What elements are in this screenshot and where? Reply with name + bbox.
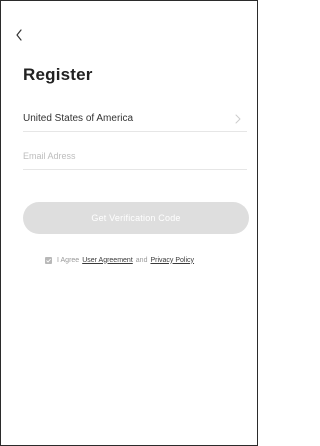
agree-prefix-text: I Agree bbox=[57, 256, 80, 264]
phone-screen: Register United States of America Get Ve… bbox=[0, 0, 258, 446]
get-verification-code-button[interactable]: Get Verification Code bbox=[23, 202, 249, 234]
agree-checkbox[interactable] bbox=[45, 256, 52, 264]
privacy-policy-link[interactable]: Privacy Policy bbox=[150, 257, 194, 264]
email-field-row bbox=[23, 145, 247, 170]
chevron-right-icon bbox=[235, 114, 241, 124]
country-selector[interactable]: United States of America bbox=[23, 109, 247, 132]
country-value: United States of America bbox=[23, 113, 134, 124]
agree-conjunction-text: and bbox=[135, 256, 148, 264]
chevron-left-icon bbox=[16, 29, 22, 41]
email-input[interactable] bbox=[23, 147, 243, 165]
page-title: Register bbox=[23, 65, 93, 84]
agreement-row: I Agree User Agreement and Privacy Polic… bbox=[45, 254, 194, 266]
user-agreement-link[interactable]: User Agreement bbox=[82, 257, 133, 264]
back-button[interactable] bbox=[11, 25, 31, 45]
checkmark-icon bbox=[46, 258, 51, 263]
